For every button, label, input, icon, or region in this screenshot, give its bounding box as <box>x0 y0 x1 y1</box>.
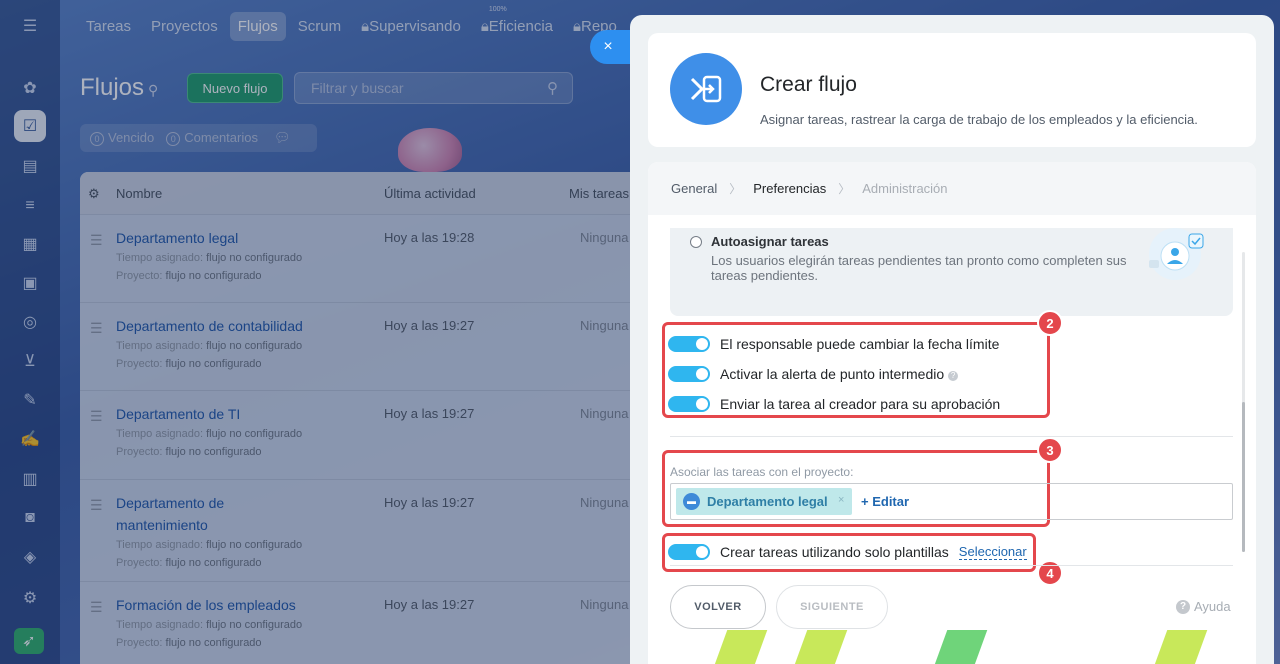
toggle-switch[interactable] <box>668 396 710 412</box>
autoassign-title: Autoasignar tareas <box>711 234 829 249</box>
toggle-switch[interactable] <box>668 366 710 382</box>
help-icon: ? <box>1176 599 1190 614</box>
close-panel-button[interactable]: × <box>590 30 630 64</box>
scrollbar-thumb[interactable] <box>1242 402 1245 552</box>
remove-chip-icon[interactable]: × <box>838 494 844 506</box>
wizard-steps: General 〉 Preferencias 〉 Administración <box>648 162 1256 215</box>
user-assign-illustration-icon <box>1149 228 1204 280</box>
toggle-switch[interactable] <box>668 336 710 352</box>
help-link[interactable]: ? Ayuda <box>1176 599 1231 614</box>
toggle-send-approval[interactable]: Enviar la tarea al creador para su aprob… <box>668 394 1000 414</box>
project-chip-label: Departamento legal <box>707 494 828 509</box>
select-templates-link[interactable]: Seleccionar <box>958 544 1027 560</box>
scrollbar[interactable] <box>1242 252 1245 552</box>
step-badge-4: 4 <box>1037 560 1063 586</box>
divider <box>670 565 1233 566</box>
step-administracion[interactable]: Administración <box>862 181 947 196</box>
preferences-card: General 〉 Preferencias 〉 Administración … <box>648 162 1256 664</box>
panel-subtitle: Asignar tareas, rastrear la carga de tra… <box>760 112 1198 127</box>
next-button[interactable]: SIGUIENTE <box>776 585 888 629</box>
project-label: Asociar las tareas con el proyecto: <box>670 465 854 479</box>
step-general[interactable]: General <box>671 181 717 196</box>
step-badge-3: 3 <box>1037 437 1063 463</box>
project-chip[interactable]: ▬ Departamento legal × <box>676 488 852 515</box>
create-flow-panel: Crear flujo Asignar tareas, rastrear la … <box>630 15 1274 664</box>
help-icon[interactable]: ? <box>948 371 959 381</box>
close-icon: × <box>603 38 613 55</box>
toggle-templates-only[interactable]: Crear tareas utilizando solo plantillas … <box>668 542 1027 562</box>
back-button[interactable]: VOLVER <box>670 585 766 629</box>
toggle-change-deadline[interactable]: El responsable puede cambiar la fecha lí… <box>668 334 999 354</box>
flow-logo-icon <box>670 53 742 125</box>
panel-header: Crear flujo Asignar tareas, rastrear la … <box>648 33 1256 147</box>
autoassign-radio[interactable] <box>690 236 702 248</box>
folder-icon: ▬ <box>683 493 700 510</box>
project-selector[interactable]: ▬ Departamento legal × + Editar <box>670 483 1233 520</box>
autoassign-option[interactable]: Autoasignar tareas Los usuarios elegirán… <box>670 228 1233 316</box>
divider <box>670 436 1233 437</box>
edit-project-link[interactable]: + Editar <box>861 494 909 509</box>
step-badge-2: 2 <box>1037 310 1063 336</box>
toggle-switch[interactable] <box>668 544 710 560</box>
step-preferencias[interactable]: Preferencias <box>753 181 826 196</box>
panel-title: Crear flujo <box>760 73 857 96</box>
toggle-midpoint-alert[interactable]: Activar la alerta de punto intermedio? <box>668 364 959 384</box>
chevron-right-icon: 〉 <box>729 182 742 196</box>
chevron-right-icon: 〉 <box>838 182 851 196</box>
autoassign-description: Los usuarios elegirán tareas pendientes … <box>711 253 1127 283</box>
